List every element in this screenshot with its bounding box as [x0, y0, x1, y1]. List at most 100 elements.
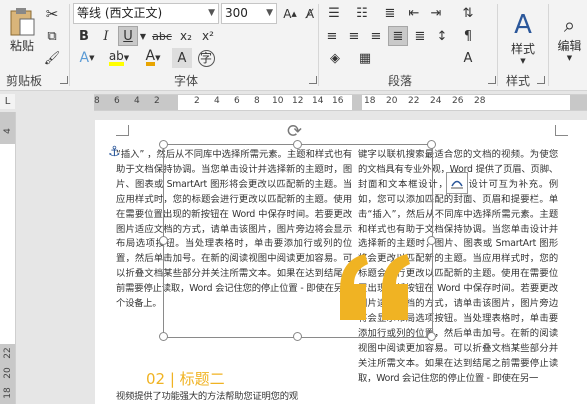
ruler-number: 6: [234, 96, 240, 106]
styles-label: 样式: [510, 41, 535, 56]
font-color-button[interactable]: A ▼: [138, 48, 168, 68]
separator: [318, 4, 319, 86]
layout-options-icon: [451, 180, 463, 189]
superscript-label: x²: [202, 29, 214, 43]
chevron-down-icon: ▼: [266, 8, 273, 18]
resize-handle[interactable]: [159, 236, 168, 245]
justify-icon: ≣: [392, 28, 404, 44]
resize-handle[interactable]: [427, 332, 436, 341]
ruler-number: 4: [134, 96, 140, 106]
show-marks-button[interactable]: ¶: [458, 26, 478, 46]
paint-bucket-icon: ◈: [330, 50, 340, 66]
subscript-button[interactable]: x₂: [176, 26, 196, 46]
scissors-icon: ✂: [45, 5, 59, 23]
pilcrow-icon: ¶: [463, 28, 473, 44]
sort-button[interactable]: ⇅: [458, 3, 478, 23]
clear-format-button[interactable]: A̸: [300, 3, 320, 24]
heading-body-text[interactable]: 视频提供了功能强大的方法帮助您证明您的观: [116, 390, 352, 404]
subscript-label: x₂: [180, 29, 192, 43]
ruler-number: 18: [364, 96, 376, 106]
superscript-button[interactable]: x²: [198, 26, 218, 46]
strike-label: abc: [152, 29, 172, 43]
sort-icon: ⇅: [462, 5, 474, 21]
clear-format-icon: A̸: [305, 6, 315, 21]
ruler-number: 24: [430, 96, 442, 106]
quotation-mark-icon: [340, 254, 410, 320]
decrease-indent-button[interactable]: ⇤: [404, 3, 424, 23]
paragraph-dialog-launcher[interactable]: [488, 76, 496, 84]
justify-button[interactable]: ≣: [388, 26, 408, 46]
strikethrough-button[interactable]: abc: [150, 26, 174, 46]
ruler-number: 4: [214, 96, 220, 106]
grow-font-button[interactable]: A ▲: [280, 3, 300, 24]
clipboard-group-label: 剪贴板: [6, 74, 43, 88]
ruler-number: 20: [386, 96, 398, 106]
line-spacing-button[interactable]: ↕: [432, 26, 452, 46]
align-right-button[interactable]: ≡: [366, 26, 386, 46]
align-center-icon: ≡: [348, 28, 360, 44]
resize-handle[interactable]: [159, 140, 168, 149]
tab-selector[interactable]: L: [0, 94, 15, 109]
layout-options-button[interactable]: [446, 172, 468, 194]
horizontal-ruler[interactable]: 8 6 4 2 2 4 6 8 10 12 14 16 18 20 22 24 …: [94, 94, 587, 111]
italic-button[interactable]: I: [96, 26, 116, 46]
separator: [497, 4, 498, 86]
asian-layout-button[interactable]: A: [458, 48, 478, 68]
borders-button[interactable]: ▦: [352, 48, 378, 68]
multilevel-list-icon: ≣: [384, 5, 396, 21]
enclose-char-button[interactable]: 字: [196, 48, 216, 68]
resize-handle[interactable]: [159, 332, 168, 341]
ruler-number: 2: [194, 96, 200, 106]
paste-label: 粘贴: [9, 38, 34, 53]
styles-dialog-launcher[interactable]: [537, 76, 545, 84]
font-name-combo[interactable]: 等线 (西文正文) ▼: [73, 3, 219, 24]
shading-button[interactable]: ◈: [322, 48, 348, 68]
ruler-number: 10: [272, 96, 284, 106]
align-center-button[interactable]: ≡: [344, 26, 364, 46]
highlighter-icon: ab: [108, 50, 124, 66]
ruler-number: 28: [474, 96, 486, 106]
highlight-button[interactable]: ab ▼: [104, 48, 134, 68]
ruler-number: 4: [3, 128, 13, 134]
text-effects-button[interactable]: A ▼: [74, 48, 100, 68]
indent-icon: ⇥: [430, 5, 442, 21]
ruler-number: 18: [3, 387, 13, 399]
ruler-number: 20: [3, 367, 13, 379]
bullets-button[interactable]: ☰: [322, 3, 346, 23]
underline-button[interactable]: U: [118, 26, 138, 46]
underline-dropdown[interactable]: ▼: [138, 26, 148, 46]
vertical-ruler[interactable]: 4 22 20 18: [0, 112, 16, 404]
borders-icon: ▦: [358, 50, 372, 66]
editing-button[interactable]: ⌕ 编辑 ▼: [552, 4, 587, 70]
font-dialog-launcher[interactable]: [309, 76, 317, 84]
distributed-button[interactable]: ≣: [410, 26, 430, 46]
ruler-number: 22: [408, 96, 420, 106]
rotate-handle-icon[interactable]: ⟳: [287, 121, 302, 142]
paste-button[interactable]: 粘贴: [4, 4, 40, 56]
ruler-number: 16: [332, 96, 344, 106]
bold-label: B: [79, 28, 89, 44]
chinese-layout-button[interactable]: ≡: [322, 26, 342, 46]
font-size-combo[interactable]: 300 ▼: [221, 3, 277, 24]
resize-handle[interactable]: [427, 140, 436, 149]
format-painter-icon: 🖌: [43, 50, 61, 66]
multilevel-list-button[interactable]: ≣: [378, 3, 402, 23]
char-shading-button[interactable]: A: [172, 48, 192, 68]
bold-button[interactable]: B: [74, 26, 94, 46]
align-left-icon: ≡: [326, 28, 338, 44]
align-right-icon: ≡: [370, 28, 382, 44]
cut-button[interactable]: ✂: [42, 4, 62, 24]
clipboard-dialog-launcher[interactable]: [60, 76, 68, 84]
increase-indent-button[interactable]: ⇥: [426, 3, 446, 23]
resize-handle[interactable]: [427, 236, 436, 245]
ruler-number: 2: [154, 96, 160, 106]
resize-handle[interactable]: [293, 332, 302, 341]
styles-button[interactable]: A 样式 ▼: [502, 4, 544, 70]
ruler-number: 6: [114, 96, 120, 106]
search-icon: ⌕: [563, 12, 576, 37]
copy-button[interactable]: ⧉: [42, 26, 62, 46]
font-size-value: 300: [225, 6, 248, 20]
format-painter-button[interactable]: 🖌: [42, 48, 62, 68]
numbering-button[interactable]: ☷: [350, 3, 374, 23]
heading-2[interactable]: 02 | 标题二: [146, 368, 225, 389]
